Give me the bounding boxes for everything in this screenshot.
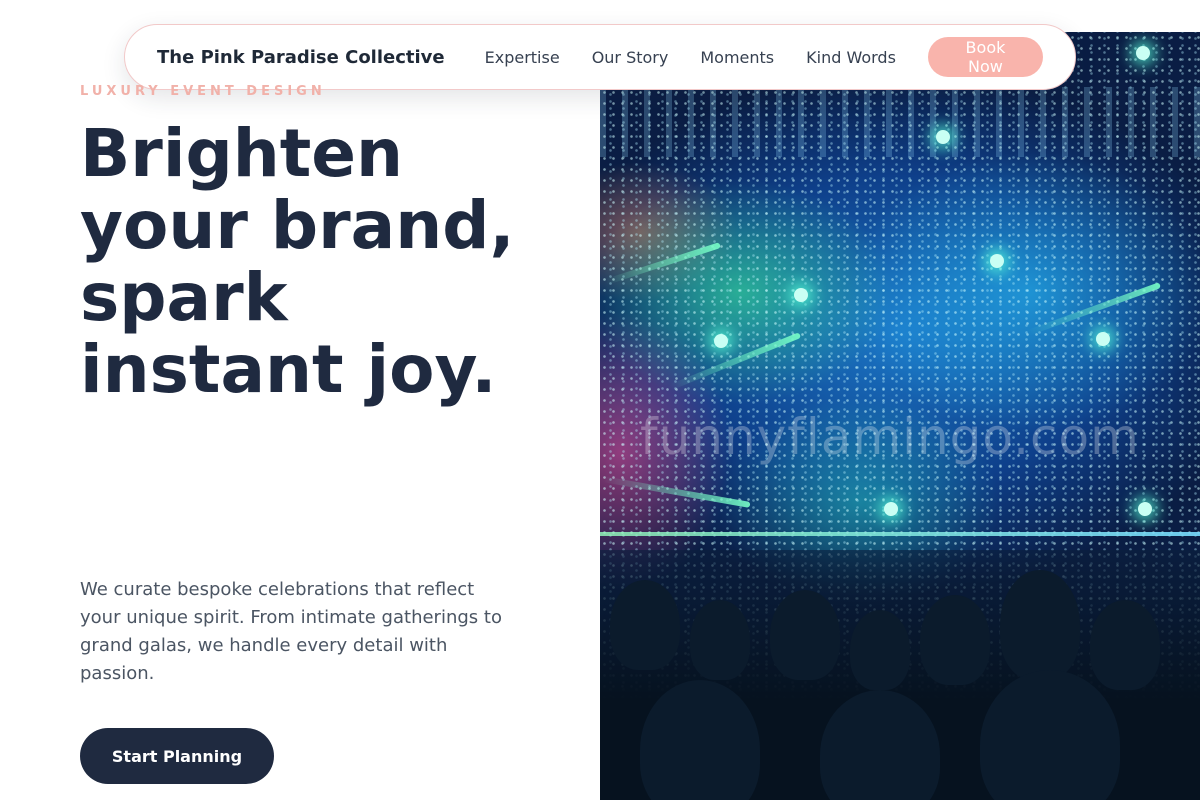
nav-link-moments[interactable]: Moments bbox=[700, 48, 774, 67]
start-planning-button[interactable]: Start Planning bbox=[80, 728, 274, 784]
stage-light bbox=[884, 502, 898, 516]
brand-logo[interactable]: The Pink Paradise Collective bbox=[157, 47, 445, 68]
nav-link-our-story[interactable]: Our Story bbox=[592, 48, 669, 67]
crowd-head bbox=[850, 610, 910, 690]
book-now-button[interactable]: Book Now bbox=[927, 37, 1043, 77]
crowd-head bbox=[770, 590, 840, 680]
crowd-head bbox=[920, 595, 990, 685]
stage-light bbox=[714, 334, 728, 348]
crowd-head bbox=[610, 580, 680, 670]
navbar: The Pink Paradise Collective Expertise O… bbox=[124, 24, 1076, 90]
nav-links: Expertise Our Story Moments Kind Words B… bbox=[485, 37, 1043, 77]
stage-light bbox=[1138, 502, 1152, 516]
stage-light bbox=[1096, 332, 1110, 346]
stage-edge-light bbox=[600, 532, 1200, 536]
stage-light bbox=[794, 288, 808, 302]
stage-light bbox=[990, 254, 1004, 268]
landing-page: funnyflamingo.com The Pink Paradise Coll… bbox=[0, 0, 1200, 800]
crowd-head bbox=[1000, 570, 1080, 680]
crowd-head bbox=[1090, 600, 1160, 690]
nav-link-expertise[interactable]: Expertise bbox=[485, 48, 560, 67]
crowd-head bbox=[640, 680, 760, 800]
stage-light bbox=[936, 130, 950, 144]
image-watermark: funnyflamingo.com bbox=[640, 408, 1140, 466]
hero-eyebrow: Luxury Event Design bbox=[80, 84, 326, 99]
hero-description: We curate bespoke celebrations that refl… bbox=[80, 579, 502, 684]
crowd-head bbox=[820, 690, 940, 800]
crowd-head bbox=[980, 670, 1120, 800]
crowd-silhouette bbox=[600, 550, 1200, 800]
concert-hero-image: funnyflamingo.com bbox=[600, 32, 1200, 800]
nav-link-kind-words[interactable]: Kind Words bbox=[806, 48, 896, 67]
crowd-head bbox=[690, 600, 750, 680]
hero-headline: Brighten your brand, spark instant joy. bbox=[80, 115, 515, 408]
stage-light bbox=[1136, 46, 1150, 60]
